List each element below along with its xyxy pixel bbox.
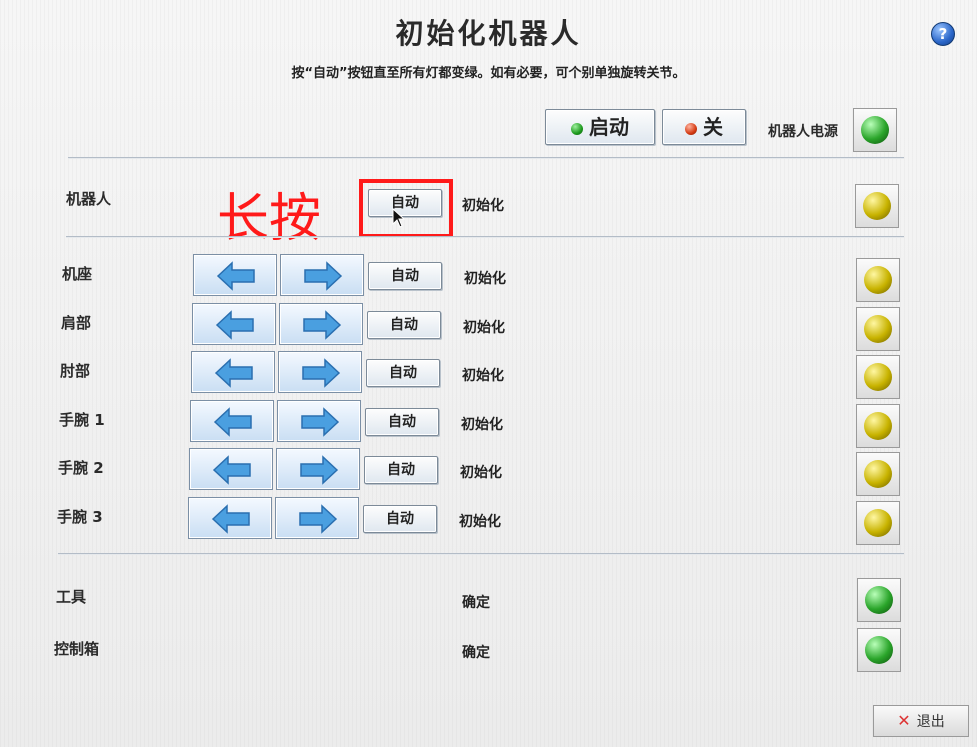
joint-auto-button[interactable]: 自动 (364, 456, 438, 484)
joint-auto-button[interactable]: 自动 (368, 262, 442, 290)
rotate-right-button[interactable] (275, 497, 359, 539)
controller-label: 控制箱 (54, 640, 100, 658)
rotate-right-button[interactable] (280, 254, 364, 296)
rotate-left-button[interactable] (188, 497, 272, 539)
divider (66, 236, 904, 238)
off-button-label: 关 (703, 115, 723, 139)
joint-auto-button[interactable]: 自动 (367, 311, 441, 339)
arrow-left-icon (216, 261, 255, 291)
joint-auto-button[interactable]: 自动 (366, 359, 440, 387)
rotate-right-button[interactable] (279, 303, 363, 345)
off-button[interactable]: 关 (662, 109, 746, 145)
close-icon: ✕ (897, 711, 911, 730)
tool-status: 确定 (462, 595, 490, 611)
controller-indicator (857, 628, 901, 672)
joint-indicator (856, 404, 900, 448)
joint-label: 手腕 2 (58, 459, 104, 477)
joint-label: 手腕 3 (57, 508, 103, 526)
joint-indicator (856, 258, 900, 302)
rotate-left-button[interactable] (192, 303, 276, 345)
joint-status: 初始化 (464, 271, 506, 287)
green-light-icon (861, 116, 889, 144)
rotate-left-button[interactable] (189, 448, 273, 490)
yellow-light-icon (864, 363, 892, 391)
tool-label: 工具 (56, 588, 87, 606)
exit-button[interactable]: ✕ 退出 (873, 705, 969, 737)
arrow-right-icon (299, 504, 338, 534)
joint-status: 初始化 (463, 320, 505, 336)
yellow-light-icon (864, 266, 892, 294)
red-dot-icon (685, 123, 697, 135)
joint-indicator (856, 355, 900, 399)
instruction-text: 按“自动”按钮直至所有灯都变绿。如有必要，可个别单独旋转关节。 (291, 66, 686, 81)
joint-indicator (856, 307, 900, 351)
joint-label: 手腕 1 (59, 411, 105, 429)
yellow-light-icon (864, 509, 892, 537)
green-light-icon (865, 586, 893, 614)
page-title: 初始化机器人 (395, 17, 582, 50)
arrow-left-icon (213, 407, 252, 437)
annotation-long-press: 长按 (217, 189, 322, 249)
arrow-left-icon (211, 504, 250, 534)
arrow-right-icon (301, 407, 340, 437)
joint-indicator (856, 501, 900, 545)
robot-label: 机器人 (66, 190, 112, 208)
yellow-light-icon (864, 315, 892, 343)
exit-button-label: 退出 (916, 714, 945, 730)
rotate-right-button[interactable] (278, 351, 362, 393)
green-dot-icon (571, 123, 583, 135)
joint-indicator (856, 452, 900, 496)
joint-status: 初始化 (462, 368, 504, 384)
arrow-right-icon (304, 261, 343, 291)
yellow-light-icon (863, 192, 891, 220)
joint-label: 肩部 (61, 314, 92, 332)
robot-power-indicator (853, 108, 897, 152)
yellow-light-icon (864, 460, 892, 488)
joint-label: 肘部 (60, 362, 91, 380)
rotate-left-button[interactable] (193, 254, 277, 296)
green-light-icon (865, 636, 893, 664)
arrow-right-icon (302, 358, 341, 388)
joint-status: 初始化 (461, 417, 503, 433)
joint-status: 初始化 (460, 465, 502, 481)
arrow-right-icon (300, 455, 339, 485)
rotate-left-button[interactable] (191, 351, 275, 393)
robot-power-label: 机器人电源 (768, 124, 838, 140)
yellow-light-icon (864, 412, 892, 440)
start-button[interactable]: 启动 (545, 109, 655, 145)
joint-status: 初始化 (459, 514, 501, 530)
arrow-left-icon (212, 455, 251, 485)
start-button-label: 启动 (589, 115, 629, 139)
joint-auto-button[interactable]: 自动 (365, 408, 439, 436)
tool-indicator (857, 578, 901, 622)
controller-status: 确定 (462, 645, 490, 661)
robot-status: 初始化 (462, 198, 504, 214)
joint-label: 机座 (62, 265, 93, 283)
arrow-left-icon (215, 310, 254, 340)
mouse-cursor-icon (392, 208, 406, 228)
rotate-left-button[interactable] (190, 400, 274, 442)
arrow-left-icon (214, 358, 253, 388)
divider (68, 157, 904, 159)
help-icon[interactable]: ? (931, 22, 955, 46)
rotate-right-button[interactable] (277, 400, 361, 442)
robot-indicator (855, 184, 899, 228)
divider (58, 553, 904, 555)
rotate-right-button[interactable] (276, 448, 360, 490)
robot-init-screen: 初始化机器人 ? 按“自动”按钮直至所有灯都变绿。如有必要，可个别单独旋转关节。… (0, 0, 977, 747)
arrow-right-icon (303, 310, 342, 340)
joint-auto-button[interactable]: 自动 (363, 505, 437, 533)
